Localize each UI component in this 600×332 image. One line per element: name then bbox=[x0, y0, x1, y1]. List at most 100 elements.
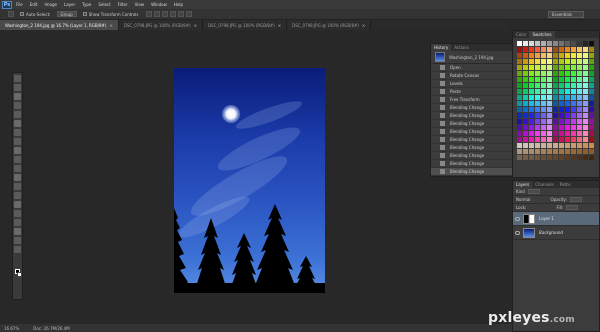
color-swatch[interactable] bbox=[535, 53, 540, 58]
color-swatch[interactable] bbox=[577, 113, 582, 118]
color-swatch[interactable] bbox=[589, 95, 594, 100]
color-swatch[interactable] bbox=[517, 65, 522, 70]
auto-select-option[interactable]: Auto-Select: bbox=[20, 12, 51, 17]
layer-row[interactable]: Layer 1 bbox=[513, 212, 599, 226]
color-swatch[interactable] bbox=[583, 89, 588, 94]
color-swatch[interactable] bbox=[541, 95, 546, 100]
zoom-tool-icon[interactable] bbox=[14, 246, 21, 253]
history-item[interactable]: Blending Change bbox=[431, 160, 513, 168]
color-swatch[interactable] bbox=[565, 149, 570, 154]
color-swatch[interactable] bbox=[577, 119, 582, 124]
show-transform-option[interactable]: Show Transform Controls bbox=[82, 12, 138, 17]
color-swatch[interactable] bbox=[529, 149, 534, 154]
color-swatch[interactable] bbox=[517, 155, 522, 160]
color-swatch[interactable] bbox=[517, 95, 522, 100]
color-swatch[interactable] bbox=[547, 41, 552, 46]
color-swatch[interactable] bbox=[589, 65, 594, 70]
hand-tool-icon[interactable] bbox=[14, 237, 21, 244]
color-swatch[interactable] bbox=[523, 59, 528, 64]
color-swatch[interactable] bbox=[541, 101, 546, 106]
color-swatch[interactable] bbox=[529, 89, 534, 94]
history-item[interactable]: Blending Change bbox=[431, 144, 513, 152]
color-swatch[interactable] bbox=[547, 59, 552, 64]
color-swatch[interactable] bbox=[541, 65, 546, 70]
color-swatch[interactable] bbox=[529, 95, 534, 100]
color-swatch[interactable] bbox=[547, 53, 552, 58]
move-tool-preset[interactable] bbox=[6, 11, 14, 17]
color-swatch[interactable] bbox=[553, 59, 558, 64]
color-swatch[interactable] bbox=[535, 155, 540, 160]
color-swatch[interactable] bbox=[535, 119, 540, 124]
color-swatch[interactable] bbox=[559, 83, 564, 88]
menu-view[interactable]: View bbox=[135, 2, 145, 7]
history-item[interactable]: Blending Change bbox=[431, 104, 513, 112]
color-swatch[interactable] bbox=[547, 113, 552, 118]
color-swatch[interactable] bbox=[517, 119, 522, 124]
color-swatch[interactable] bbox=[547, 95, 552, 100]
color-swatch[interactable] bbox=[577, 137, 582, 142]
color-swatch[interactable] bbox=[553, 131, 558, 136]
eraser-tool-icon[interactable] bbox=[14, 165, 21, 172]
color-swatch[interactable] bbox=[565, 113, 570, 118]
color-swatch[interactable] bbox=[583, 101, 588, 106]
tab-color[interactable]: Color bbox=[513, 32, 529, 37]
color-swatch[interactable] bbox=[523, 95, 528, 100]
color-swatch[interactable] bbox=[583, 119, 588, 124]
color-swatch[interactable] bbox=[583, 47, 588, 52]
color-swatch[interactable] bbox=[553, 107, 558, 112]
color-swatch[interactable] bbox=[517, 59, 522, 64]
color-swatch[interactable] bbox=[523, 77, 528, 82]
color-swatch[interactable] bbox=[517, 125, 522, 130]
color-swatch[interactable] bbox=[523, 71, 528, 76]
color-swatch[interactable] bbox=[565, 71, 570, 76]
color-swatch[interactable] bbox=[565, 143, 570, 148]
color-swatch[interactable] bbox=[535, 131, 540, 136]
menu-file[interactable]: File bbox=[16, 2, 23, 7]
color-swatch[interactable] bbox=[571, 77, 576, 82]
color-swatch[interactable] bbox=[589, 41, 594, 46]
color-swatch[interactable] bbox=[565, 53, 570, 58]
color-swatch[interactable] bbox=[577, 155, 582, 160]
color-swatch[interactable] bbox=[583, 125, 588, 130]
color-swatch[interactable] bbox=[517, 47, 522, 52]
color-swatch[interactable] bbox=[523, 41, 528, 46]
align-left-icon[interactable] bbox=[170, 11, 177, 17]
color-swatch[interactable] bbox=[517, 101, 522, 106]
color-swatch[interactable] bbox=[589, 59, 594, 64]
auto-select-checkbox[interactable] bbox=[20, 12, 24, 16]
color-swatch[interactable] bbox=[559, 65, 564, 70]
color-swatch[interactable] bbox=[589, 113, 594, 118]
color-swatch[interactable] bbox=[517, 53, 522, 58]
color-swatch[interactable] bbox=[589, 125, 594, 130]
color-swatch[interactable] bbox=[559, 143, 564, 148]
color-swatch[interactable] bbox=[589, 77, 594, 82]
color-swatch[interactable] bbox=[553, 77, 558, 82]
tab-actions[interactable]: Actions bbox=[451, 45, 472, 50]
history-item[interactable]: Blending Change bbox=[431, 136, 513, 144]
color-swatch[interactable] bbox=[529, 53, 534, 58]
color-swatch[interactable] bbox=[589, 155, 594, 160]
color-swatch[interactable] bbox=[565, 59, 570, 64]
history-item[interactable]: Open bbox=[431, 64, 513, 72]
color-swatch[interactable] bbox=[553, 71, 558, 76]
color-swatch[interactable] bbox=[535, 107, 540, 112]
color-swatch[interactable] bbox=[523, 89, 528, 94]
color-swatch[interactable] bbox=[553, 137, 558, 142]
color-swatch[interactable] bbox=[529, 131, 534, 136]
color-swatch[interactable] bbox=[535, 89, 540, 94]
color-swatch[interactable] bbox=[553, 155, 558, 160]
color-swatch[interactable] bbox=[535, 149, 540, 154]
color-swatch[interactable] bbox=[541, 41, 546, 46]
clone-stamp-tool-icon[interactable] bbox=[14, 147, 21, 154]
color-swatch[interactable] bbox=[565, 107, 570, 112]
color-swatch[interactable] bbox=[559, 119, 564, 124]
swatch-grid[interactable] bbox=[516, 40, 598, 177]
lasso-tool-icon[interactable] bbox=[14, 93, 21, 100]
color-swatch[interactable] bbox=[565, 137, 570, 142]
color-swatch[interactable] bbox=[589, 149, 594, 154]
menu-edit[interactable]: Edit bbox=[30, 2, 38, 7]
color-swatch[interactable] bbox=[523, 131, 528, 136]
color-swatch[interactable] bbox=[541, 53, 546, 58]
doc-tab[interactable]: DSC_0798.JPG @ 100% (RGB/8#) × bbox=[287, 20, 372, 30]
color-swatch[interactable] bbox=[583, 83, 588, 88]
